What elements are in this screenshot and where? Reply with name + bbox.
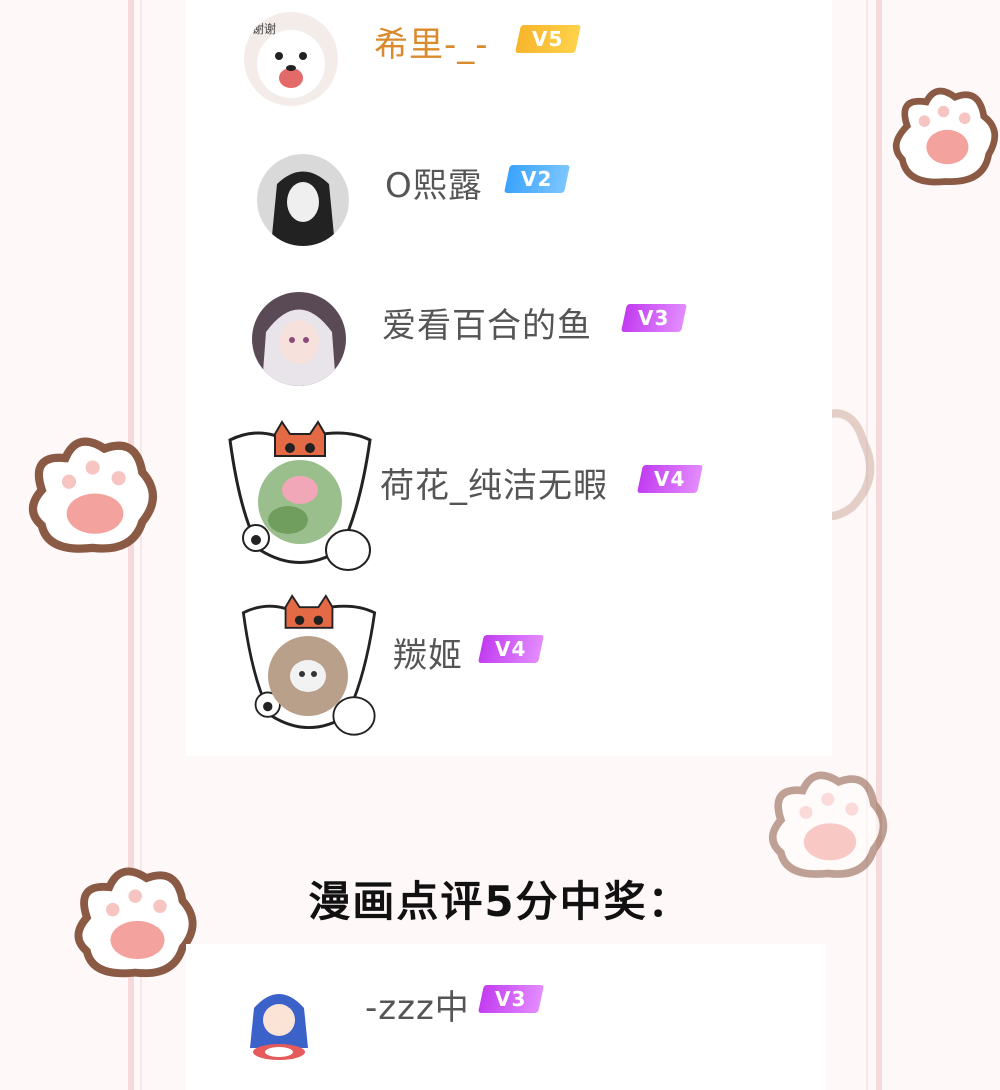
avatar[interactable] [252, 292, 346, 386]
username[interactable]: 希里-_- [374, 17, 489, 66]
paw-print-icon [28, 437, 158, 553]
level-badge: V2 [504, 165, 570, 193]
username[interactable]: 荷花_纯洁无暇 [380, 458, 608, 507]
avatar[interactable] [257, 154, 349, 246]
avatar-caption: 谢谢 [252, 22, 277, 36]
level-badge: V3 [621, 304, 687, 332]
avatar[interactable]: 谢谢 [244, 12, 338, 106]
paw-print-icon [892, 87, 999, 186]
username[interactable]: 爱看百合的鱼 [382, 298, 592, 347]
avatar[interactable] [242, 978, 316, 1062]
paw-print-icon [768, 771, 888, 878]
level-badge: V5 [515, 25, 581, 53]
avatar[interactable] [268, 636, 348, 716]
section-title: 漫画点评5分中奖： [308, 877, 692, 926]
username[interactable]: 羰姬 [393, 628, 463, 677]
username[interactable]: -zzz中 [365, 980, 470, 1029]
level-badge: V3 [478, 985, 544, 1013]
avatar[interactable] [258, 460, 342, 544]
username[interactable]: O熙露 [385, 158, 483, 207]
level-badge: V4 [637, 465, 703, 493]
level-badge: V4 [478, 635, 544, 663]
